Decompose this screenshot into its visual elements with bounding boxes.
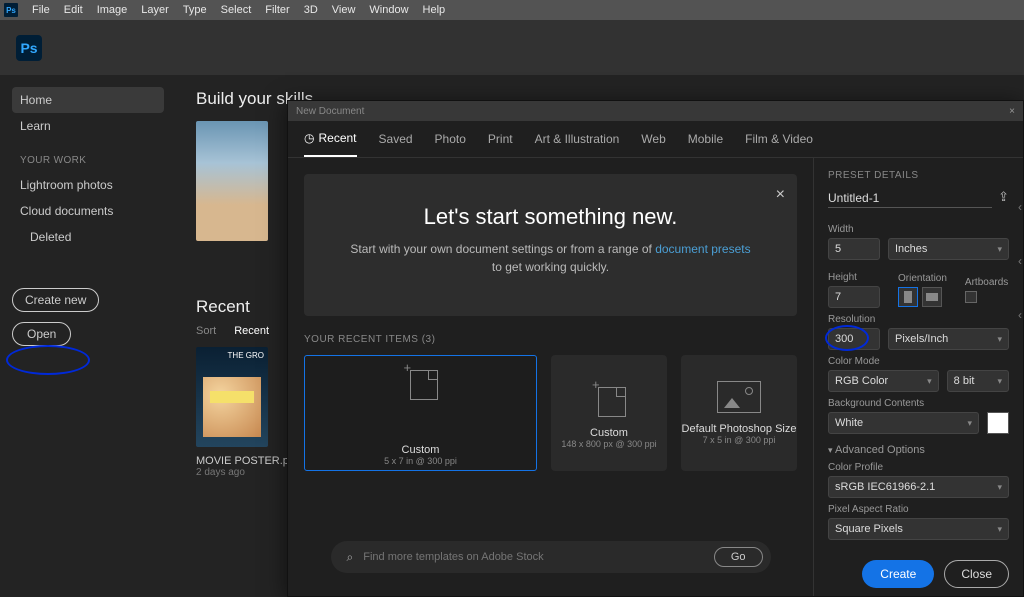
pixel-aspect-label: Pixel Aspect Ratio [828,504,1009,515]
sort-recent[interactable]: Recent [234,325,269,337]
menu-view[interactable]: View [332,4,356,16]
artboards-label: Artboards [965,277,1008,288]
ps-logo-icon: Ps [16,35,42,61]
color-mode-select[interactable]: RGB Color▾ [828,370,939,392]
bg-contents-select[interactable]: White▾ [828,412,979,434]
preset-card-default[interactable]: Default Photoshop Size7 x 5 in @ 300 ppi [681,355,797,471]
create-new-button[interactable]: Create new [12,288,99,312]
preset-card-custom-5x7[interactable]: + Custom5 x 7 in @ 300 ppi [304,355,537,471]
sidebar-item-home[interactable]: Home [12,87,164,113]
tab-print[interactable]: Print [488,131,513,157]
height-input[interactable] [828,286,880,308]
document-icon: + [592,377,626,417]
menu-type[interactable]: Type [183,4,207,16]
document-presets-link[interactable]: document presets [655,242,750,256]
orientation-landscape[interactable] [922,287,942,307]
skills-thumb[interactable] [196,121,268,241]
recent-file-poster[interactable] [196,347,268,447]
dialog-tabs: ◷Recent Saved Photo Print Art & Illustra… [288,121,1023,158]
artboards-checkbox[interactable] [965,291,977,303]
recent-items-label: YOUR RECENT ITEMS (3) [304,334,797,345]
image-icon [717,381,761,413]
menu-window[interactable]: Window [369,4,408,16]
orientation-portrait[interactable] [898,287,918,307]
dialog-title: New Document [296,106,364,117]
menu-edit[interactable]: Edit [64,4,83,16]
tab-web[interactable]: Web [641,131,665,157]
menubar: Ps File Edit Image Layer Type Select Fil… [0,0,1024,20]
stock-search-input[interactable] [363,551,704,563]
close-button[interactable]: Close [944,560,1009,588]
menu-filter[interactable]: Filter [265,4,289,16]
tab-recent[interactable]: ◷Recent [304,131,357,157]
menu-3d[interactable]: 3D [304,4,318,16]
orientation-label: Orientation [898,273,947,284]
tab-saved[interactable]: Saved [379,131,413,157]
export-preset-icon[interactable]: ⇪ [998,189,1009,208]
document-name-input[interactable] [828,189,992,208]
dialog-left: × Let's start something new. Start with … [288,158,813,596]
flyout-handle-icon[interactable]: ‹ [1018,308,1022,322]
flyout-handles: ‹ ‹ ‹ [1018,200,1022,322]
sidebar-item-lightroom[interactable]: Lightroom photos [12,172,164,198]
bg-color-swatch[interactable] [987,412,1009,434]
flyout-handle-icon[interactable]: ‹ [1018,200,1022,214]
resolution-unit-select[interactable]: Pixels/Inch▾ [888,328,1009,350]
tab-art[interactable]: Art & Illustration [535,131,620,157]
annotation-create-new [6,345,90,375]
color-mode-label: Color Mode [828,356,1009,367]
banner-heading: Let's start something new. [344,204,757,230]
menu-select[interactable]: Select [221,4,252,16]
menu-image[interactable]: Image [97,4,128,16]
tab-photo[interactable]: Photo [435,131,466,157]
preset-details-panel: PRESET DETAILS ⇪ Width Inches▾ Height Or… [813,158,1023,596]
advanced-options-toggle[interactable]: Advanced Options [828,444,1009,456]
banner-text: Start with your own document settings or… [344,240,757,276]
bg-contents-label: Background Contents [828,398,1009,409]
ps-tiny-icon: Ps [4,3,18,17]
create-button[interactable]: Create [862,560,934,588]
banner-close-icon[interactable]: × [776,186,785,204]
new-document-dialog: New Document × ◷Recent Saved Photo Print… [287,100,1024,597]
menu-file[interactable]: File [32,4,50,16]
tab-mobile[interactable]: Mobile [688,131,723,157]
menu-layer[interactable]: Layer [141,4,169,16]
color-profile-label: Color Profile [828,462,1009,473]
width-unit-select[interactable]: Inches▾ [888,238,1009,260]
sidebar-hdr-your-work: YOUR WORK [20,155,164,166]
height-label: Height [828,272,880,283]
tab-film[interactable]: Film & Video [745,131,813,157]
stock-search-bar: ⌕ Go [331,541,771,573]
dialog-close-icon[interactable]: × [1009,106,1015,117]
bit-depth-select[interactable]: 8 bit▾ [947,370,1009,392]
open-button[interactable]: Open [12,322,71,346]
flyout-handle-icon[interactable]: ‹ [1018,254,1022,268]
search-icon: ⌕ [347,550,354,565]
pixel-aspect-select[interactable]: Square Pixels▾ [828,518,1009,540]
sidebar-item-cloud[interactable]: Cloud documents [12,198,164,224]
sidebar-item-deleted[interactable]: Deleted [12,224,164,250]
width-input[interactable] [828,238,880,260]
resolution-label: Resolution [828,314,1009,325]
go-button[interactable]: Go [714,547,763,567]
clock-icon: ◷ [304,131,314,145]
sort-label: Sort [196,325,216,337]
document-icon: + [404,360,438,400]
welcome-banner: × Let's start something new. Start with … [304,174,797,316]
app-header: Ps [0,20,1024,75]
home-sidebar: Home Learn YOUR WORK Lightroom photos Cl… [0,75,176,597]
sidebar-item-learn[interactable]: Learn [12,113,164,139]
width-label: Width [828,224,1009,235]
preset-card-custom-148x800[interactable]: + Custom148 x 800 px @ 300 ppi [551,355,667,471]
color-profile-select[interactable]: sRGB IEC61966-2.1▾ [828,476,1009,498]
resolution-input[interactable] [828,328,880,350]
preset-details-hdr: PRESET DETAILS [828,170,1009,181]
menu-help[interactable]: Help [423,4,446,16]
